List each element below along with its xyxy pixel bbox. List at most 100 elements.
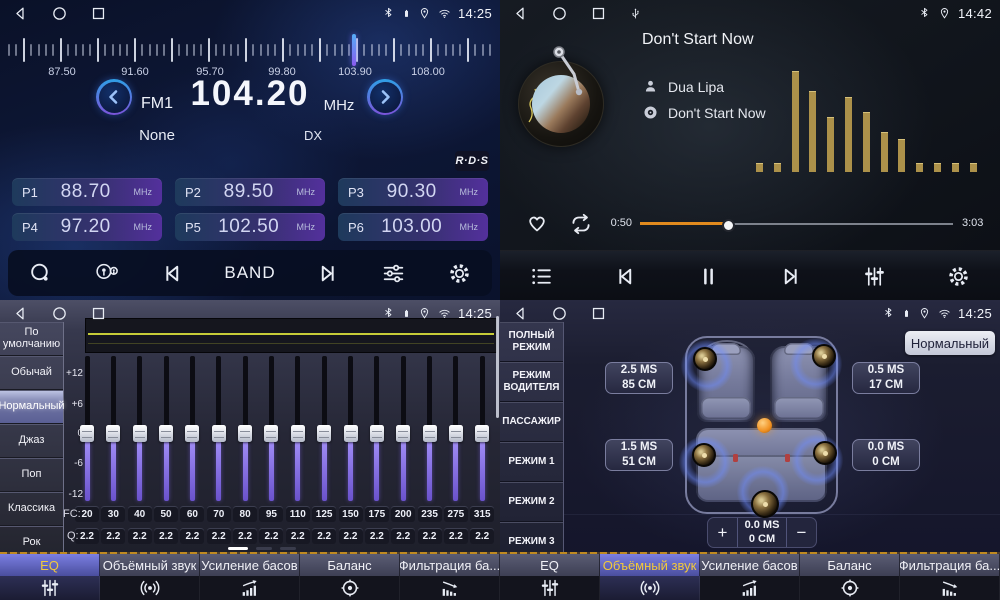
- eq-slider-handle[interactable]: [238, 425, 252, 442]
- eq-slider-track-active[interactable]: [322, 441, 327, 501]
- nav-back-icon[interactable]: [12, 305, 29, 322]
- eq-slider-handle[interactable]: [291, 425, 305, 442]
- eq-slider-track-active[interactable]: [269, 441, 274, 501]
- q-value-box[interactable]: 2.2: [101, 528, 125, 544]
- eq-slider-track-active[interactable]: [85, 441, 90, 501]
- settings-gear-icon[interactable]: [447, 261, 472, 286]
- tab-icon-bass-boost[interactable]: [200, 576, 300, 600]
- eq-slider-track[interactable]: [453, 356, 458, 426]
- eq-slider-track[interactable]: [480, 356, 485, 426]
- eq-slider-track[interactable]: [322, 356, 327, 426]
- eq-slider-track-active[interactable]: [480, 441, 485, 501]
- scrollbar[interactable]: [496, 316, 499, 418]
- tab-bass-boost[interactable]: Усиление басов: [200, 554, 300, 576]
- rear-left-delay-button[interactable]: 1.5 MS 51 CM: [605, 439, 673, 471]
- eq-slider-track-active[interactable]: [137, 441, 142, 501]
- listening-mode-item[interactable]: ПОЛНЫЙ РЕЖИМ: [500, 322, 563, 362]
- eq-slider-handle[interactable]: [370, 425, 384, 442]
- fc-value-box[interactable]: 275: [444, 506, 468, 522]
- nav-recents-icon[interactable]: [590, 5, 607, 22]
- q-value-box[interactable]: 2.2: [259, 528, 283, 544]
- eq-slider-track-active[interactable]: [453, 441, 458, 501]
- q-value-box[interactable]: 2.2: [180, 528, 204, 544]
- tab-icon-eq[interactable]: [500, 576, 600, 600]
- eq-slider-track[interactable]: [111, 356, 116, 426]
- eq-slider-track-active[interactable]: [295, 441, 300, 501]
- q-value-box[interactable]: 2.2: [286, 528, 310, 544]
- eq-slider-track-active[interactable]: [190, 441, 195, 501]
- listening-mode-item[interactable]: ПАССАЖИР: [500, 402, 563, 442]
- seek-previous-icon[interactable]: [159, 261, 184, 286]
- listening-mode-item[interactable]: РЕЖИМ 2: [500, 482, 563, 522]
- eq-slider-handle[interactable]: [423, 425, 437, 442]
- fc-value-box[interactable]: 200: [391, 506, 415, 522]
- fc-value-box[interactable]: 80: [233, 506, 257, 522]
- nav-back-icon[interactable]: [512, 5, 529, 22]
- eq-slider-track[interactable]: [190, 356, 195, 426]
- fc-value-box[interactable]: 235: [418, 506, 442, 522]
- tab-icon-bass-boost[interactable]: [700, 576, 800, 600]
- fc-value-box[interactable]: 315: [470, 506, 494, 522]
- eq-slider-handle[interactable]: [185, 425, 199, 442]
- fc-value-box[interactable]: 70: [207, 506, 231, 522]
- playlist-icon[interactable]: [529, 264, 554, 289]
- previous-track-icon[interactable]: [612, 264, 637, 289]
- eq-slider-track[interactable]: [295, 356, 300, 426]
- band-button[interactable]: BAND: [224, 263, 275, 283]
- tab-bass-filter[interactable]: Фильтрация ба...: [400, 554, 500, 576]
- fc-value-box[interactable]: 30: [101, 506, 125, 522]
- next-track-icon[interactable]: [779, 264, 804, 289]
- tab-icon-balance[interactable]: [800, 576, 900, 600]
- front-left-delay-button[interactable]: 2.5 MS 85 CM: [605, 362, 673, 394]
- eq-slider-track[interactable]: [401, 356, 406, 426]
- tab-bass-boost[interactable]: Усиление басов: [700, 554, 800, 576]
- delay-increase-button[interactable]: +: [708, 518, 738, 547]
- eq-slider-handle[interactable]: [212, 425, 226, 442]
- progress-bar[interactable]: [640, 223, 953, 225]
- pause-icon[interactable]: [696, 264, 721, 289]
- settings-gear-icon[interactable]: [946, 264, 971, 289]
- eq-slider-track[interactable]: [164, 356, 169, 426]
- nav-home-icon[interactable]: [551, 5, 568, 22]
- nav-home-icon[interactable]: [51, 305, 68, 322]
- eq-slider-handle[interactable]: [106, 425, 120, 442]
- q-value-box[interactable]: 2.2: [365, 528, 389, 544]
- nav-back-icon[interactable]: [512, 305, 529, 322]
- eq-slider-handle[interactable]: [475, 425, 489, 442]
- eq-slider-handle[interactable]: [344, 425, 358, 442]
- eq-slider-handle[interactable]: [264, 425, 278, 442]
- nav-recents-icon[interactable]: [590, 305, 607, 322]
- radio-preset-button[interactable]: P390.30MHz: [338, 178, 488, 206]
- eq-slider-handle[interactable]: [159, 425, 173, 442]
- rear-right-delay-button[interactable]: 0.0 MS 0 CM: [852, 439, 920, 471]
- eq-slider-handle[interactable]: [449, 425, 463, 442]
- tab-bass-filter[interactable]: Фильтрация ба...: [900, 554, 1000, 576]
- tab-balance[interactable]: Баланс: [300, 554, 400, 576]
- q-value-box[interactable]: 2.2: [233, 528, 257, 544]
- eq-slider-track[interactable]: [427, 356, 432, 426]
- eq-slider-track[interactable]: [374, 356, 379, 426]
- fc-value-box[interactable]: 125: [312, 506, 336, 522]
- eq-slider-track[interactable]: [85, 356, 90, 426]
- q-value-box[interactable]: 2.2: [444, 528, 468, 544]
- tab-eq[interactable]: EQ: [0, 554, 100, 576]
- eq-slider-track-active[interactable]: [401, 441, 406, 501]
- tab-surround[interactable]: Объёмный звук: [600, 554, 700, 576]
- eq-slider-track-active[interactable]: [111, 441, 116, 501]
- eq-slider-track-active[interactable]: [427, 441, 432, 501]
- eq-slider-handle[interactable]: [317, 425, 331, 442]
- listening-mode-item[interactable]: РЕЖИМ 1: [500, 442, 563, 482]
- nav-recents-icon[interactable]: [90, 305, 107, 322]
- radio-preset-button[interactable]: P289.50MHz: [175, 178, 325, 206]
- eq-preset-item[interactable]: Поп: [0, 458, 63, 492]
- q-value-box[interactable]: 2.2: [154, 528, 178, 544]
- eq-slider-handle[interactable]: [396, 425, 410, 442]
- progress-knob[interactable]: [722, 219, 735, 232]
- q-value-box[interactable]: 2.2: [339, 528, 363, 544]
- eq-slider-track[interactable]: [137, 356, 142, 426]
- tab-icon-balance[interactable]: [300, 576, 400, 600]
- listening-mode-item[interactable]: РЕЖИМ ВОДИТЕЛЯ: [500, 362, 563, 402]
- radio-preset-button[interactable]: P6103.00MHz: [338, 213, 488, 241]
- fc-value-box[interactable]: 40: [128, 506, 152, 522]
- eq-slider-handle[interactable]: [133, 425, 147, 442]
